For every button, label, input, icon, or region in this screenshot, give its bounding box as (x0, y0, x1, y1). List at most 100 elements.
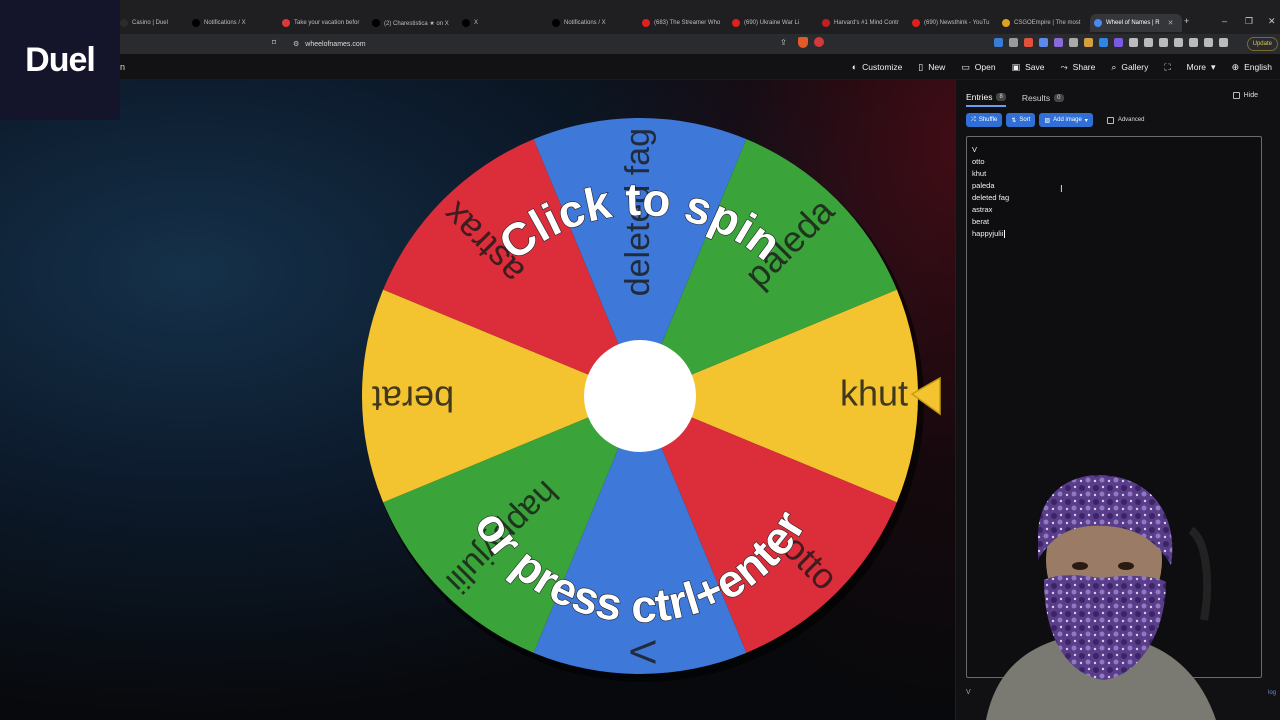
browser-tab[interactable]: Wheel of Names | R ✕ (1090, 14, 1182, 32)
browser-tab[interactable]: (2) Charestistica ★ on X (372, 14, 458, 32)
window-maximize-icon[interactable]: ❐ (1245, 16, 1253, 27)
extension-icon[interactable] (1099, 38, 1108, 47)
sort-button[interactable]: ⇅ Sort (1006, 113, 1036, 127)
extension-icon[interactable] (1084, 38, 1093, 47)
save-icon: ▣ (1011, 61, 1021, 72)
toolbar-fullscreen-button[interactable]: ⛶ (1164, 62, 1170, 73)
toolbar-gallery-button[interactable]: ⌕ Gallery (1111, 62, 1148, 73)
entry-line: happyjulii (972, 228, 1256, 240)
browser-tab-label: CSGOEmpire | The most (1014, 20, 1081, 26)
changelog-link[interactable]: log (1268, 690, 1276, 696)
extension-icon[interactable] (1069, 38, 1078, 47)
hide-label: Hide (1243, 92, 1258, 99)
extension-icons (994, 38, 1228, 47)
segment-label-group: V (622, 640, 663, 664)
x-logo-icon (192, 19, 200, 27)
sidebar-tab-results[interactable]: Results 0 (1022, 92, 1064, 107)
entry-text: berat (972, 217, 990, 226)
browser-tab[interactable]: Notifications / X (192, 14, 278, 32)
extension-icon[interactable] (994, 38, 1003, 47)
toolbar-open-button[interactable]: ▭ Open (961, 62, 995, 73)
browser-tab-label: (2) Charestistica ★ on X (384, 20, 449, 27)
hide-toggle[interactable]: Hide (1232, 92, 1258, 99)
image-icon: ▨ (1044, 117, 1051, 124)
share-page-icon[interactable]: ⇪ (780, 38, 787, 47)
hide-checkbox[interactable] (1232, 92, 1240, 99)
extension-icon[interactable] (1159, 38, 1168, 47)
advanced-toggle[interactable]: Advanced (1106, 116, 1145, 124)
entry-line: berat (972, 216, 1256, 228)
browser-tab[interactable]: (683) The Streamer Who (642, 14, 728, 32)
harvard-favicon (822, 19, 830, 27)
duel-logo-text: Duel (25, 40, 96, 79)
update-button[interactable]: Update (1246, 37, 1278, 51)
extension-icon[interactable] (1129, 38, 1138, 47)
browser-tab-label: Notifications / X (564, 20, 606, 26)
search-icon: ⌕ (1111, 61, 1117, 72)
sort-icon: ⇅ (1011, 117, 1017, 124)
toolbar-item-label: Save (1025, 62, 1045, 72)
toolbar-new-button[interactable]: ▯ New (918, 62, 945, 73)
entry-text: khut (972, 169, 987, 178)
advanced-checkbox[interactable] (1106, 116, 1114, 124)
browser-tab[interactable]: Harvard's #1 Mind Contr (822, 14, 908, 32)
toolbar-save-button[interactable]: ▣ Save (1012, 62, 1045, 73)
extension-icon[interactable] (1054, 38, 1063, 47)
extension-icon[interactable] (1009, 38, 1018, 47)
sidebar-tab-entries[interactable]: Entries 8 (966, 92, 1006, 107)
site-info-icon[interactable]: ⚙ (293, 40, 299, 48)
extension-icon[interactable] (1144, 38, 1153, 47)
toolbar-customize-button[interactable]: ◐ Customize (852, 62, 903, 72)
globe-icon: ⊕ (1231, 61, 1240, 72)
extension-icon[interactable] (1204, 38, 1213, 47)
add-image-button[interactable]: ▨ Add image ▾ (1039, 113, 1093, 127)
window-minimize-icon[interactable]: – (1222, 16, 1227, 26)
entry-text: deleted fag (972, 193, 1010, 202)
bookmark-icon[interactable]: ⌑ (272, 38, 276, 47)
extension-icon[interactable] (1174, 38, 1183, 47)
toolbar-share-button[interactable]: ⤳ Share (1060, 62, 1095, 73)
wheel-area[interactable]: khut otto Vhappyjulii berat astrax deleted fa… (0, 80, 955, 720)
segment-label-group: khut (840, 373, 908, 414)
extension-icon[interactable] (1039, 38, 1048, 47)
wheel-favicon (1094, 19, 1102, 27)
chevron-down-icon[interactable]: ▾ (1085, 117, 1088, 124)
extension-icon[interactable] (1189, 38, 1198, 47)
wheel-svg[interactable]: khutottoVhappyjuliiberatastrax deleted fa… (0, 80, 955, 720)
browser-tab[interactable]: X (462, 14, 548, 32)
entry-text: astrax (972, 205, 993, 214)
browser-tab[interactable]: Take your vacation befor (282, 14, 368, 32)
shuffle-button[interactable]: ⤮ Shuffle (966, 113, 1003, 127)
brave-rewards-icon[interactable] (814, 37, 824, 47)
url-omnibox[interactable]: ⚙ wheelofnames.com (285, 36, 825, 52)
webcam-overlay (986, 474, 1216, 720)
entry-text: otto (972, 157, 985, 166)
wheel-center-hub[interactable] (584, 340, 696, 452)
entry-line: deleted fag (972, 192, 1256, 204)
browser-tab-label: Wheel of Names | R (1106, 20, 1160, 26)
browser-tab[interactable]: Notifications / X (552, 14, 638, 32)
brave-shield-icon[interactable] (798, 37, 808, 48)
count-badge: 8 (996, 93, 1006, 101)
browser-tab-label: (690) Newsthink - YouTu (924, 20, 990, 26)
extension-icon[interactable] (1219, 38, 1228, 47)
sidebar-tabs: Entries 8 Results 0 (966, 92, 1064, 107)
new-tab-icon[interactable]: + (1184, 16, 1189, 26)
vacation-favicon (282, 19, 290, 27)
entry-line: astrax (972, 204, 1256, 216)
sidebar-tab-label: Entries (966, 92, 993, 102)
extension-icon[interactable] (1114, 38, 1123, 47)
youtube-icon (732, 19, 740, 27)
window-close-icon[interactable]: ✕ (1268, 16, 1276, 27)
browser-tab[interactable]: (690) Ukraine War Li (732, 14, 818, 32)
toolbar-item-label: English (1244, 62, 1272, 72)
toolbar-english-button[interactable]: ⊕ English (1232, 62, 1272, 73)
browser-tab[interactable]: (690) Newsthink - YouTu (912, 14, 998, 32)
segment-label: berat (372, 378, 454, 419)
browser-tab[interactable]: CSGOEmpire | The most (1002, 14, 1088, 32)
x-logo-icon (552, 19, 560, 27)
close-tab-icon[interactable]: ✕ (1168, 19, 1174, 27)
chevron-down-icon: ▾ (1211, 61, 1216, 72)
toolbar-more-button[interactable]: More ▾ (1187, 62, 1216, 73)
extension-icon[interactable] (1024, 38, 1033, 47)
